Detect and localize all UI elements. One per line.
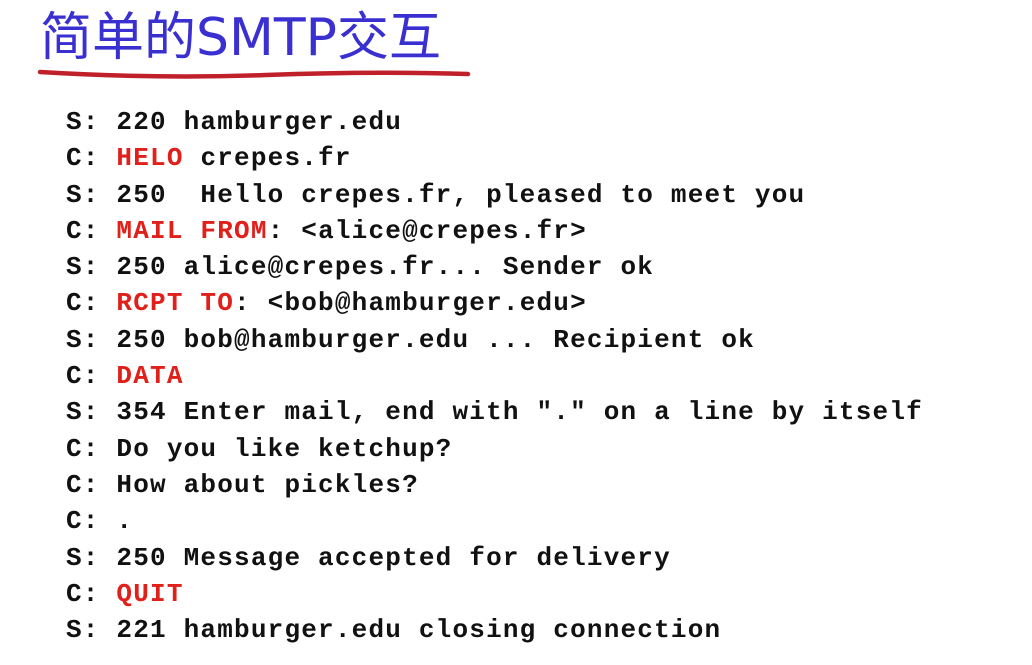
line-text: 250 bob@hamburger.edu ... Recipient ok <box>116 324 755 355</box>
title-underline <box>37 69 471 79</box>
transcript-line: S: 250 bob@hamburger.edu ... Recipient o… <box>66 322 923 358</box>
line-text: 250 Message accepted for delivery <box>116 542 671 573</box>
smtp-command: RCPT TO <box>116 288 235 319</box>
line-speaker: S: <box>66 252 117 283</box>
line-text: 250 alice@crepes.fr... Sender ok <box>116 252 655 283</box>
line-text: 354 Enter mail, end with "." on a line b… <box>116 397 923 428</box>
line-speaker: S: <box>66 107 117 137</box>
smtp-command: QUIT <box>116 578 184 609</box>
line-speaker: C: <box>66 361 117 392</box>
line-speaker: C: <box>66 506 117 537</box>
line-speaker: C: <box>66 143 117 174</box>
transcript-line: C: RCPT TO: <bob@hamburger.edu> <box>66 285 923 321</box>
transcript-line: C: QUIT <box>66 576 923 612</box>
line-speaker: S: <box>66 615 117 646</box>
transcript-line: C: . <box>66 503 923 539</box>
line-text: 221 hamburger.edu closing connection <box>116 615 722 646</box>
transcript-line: C: DATA <box>66 358 923 394</box>
transcript-line: S: 220 hamburger.edu <box>66 104 923 140</box>
line-text: : <alice@crepes.fr> <box>267 215 587 246</box>
line-speaker: S: <box>66 542 117 573</box>
line-speaker: C: <box>66 469 117 500</box>
transcript-line: S: 354 Enter mail, end with "." on a lin… <box>66 394 923 430</box>
transcript-line: S: 250 Message accepted for delivery <box>66 540 923 576</box>
smtp-command: DATA <box>116 361 184 392</box>
line-speaker: S: <box>66 324 117 355</box>
smtp-command: MAIL FROM <box>116 215 268 246</box>
transcript-line: C: MAIL FROM: <alice@crepes.fr> <box>66 213 923 249</box>
transcript-line: C: Do you like ketchup? <box>66 431 923 467</box>
line-speaker: C: <box>66 578 117 609</box>
line-text: Do you like ketchup? <box>116 433 453 464</box>
transcript-line: C: HELO crepes.fr <box>66 140 923 176</box>
line-speaker: S: <box>66 179 117 210</box>
line-text: crepes.fr <box>183 143 352 174</box>
line-speaker: C: <box>66 433 117 464</box>
transcript-line: C: How about pickles? <box>66 467 923 503</box>
line-speaker: S: <box>66 397 117 428</box>
transcript-line: S: 250 Hello crepes.fr, pleased to meet … <box>66 177 923 213</box>
line-text: 250 Hello crepes.fr, pleased to meet you <box>116 179 806 210</box>
transcript-line: S: 221 hamburger.edu closing connection <box>66 612 923 648</box>
transcript-line: S: 250 alice@crepes.fr... Sender ok <box>66 249 923 285</box>
line-speaker: C: <box>66 288 117 319</box>
line-text: 220 hamburger.edu <box>116 107 403 137</box>
smtp-command: HELO <box>116 143 184 174</box>
smtp-transcript: S: 220 hamburger.edu C: HELO crepes.fr S: … <box>66 104 923 648</box>
line-text: How about pickles? <box>116 469 419 500</box>
line-text: . <box>116 506 134 537</box>
line-text: : <bob@hamburger.edu> <box>234 288 587 319</box>
line-speaker: C: <box>66 215 117 246</box>
